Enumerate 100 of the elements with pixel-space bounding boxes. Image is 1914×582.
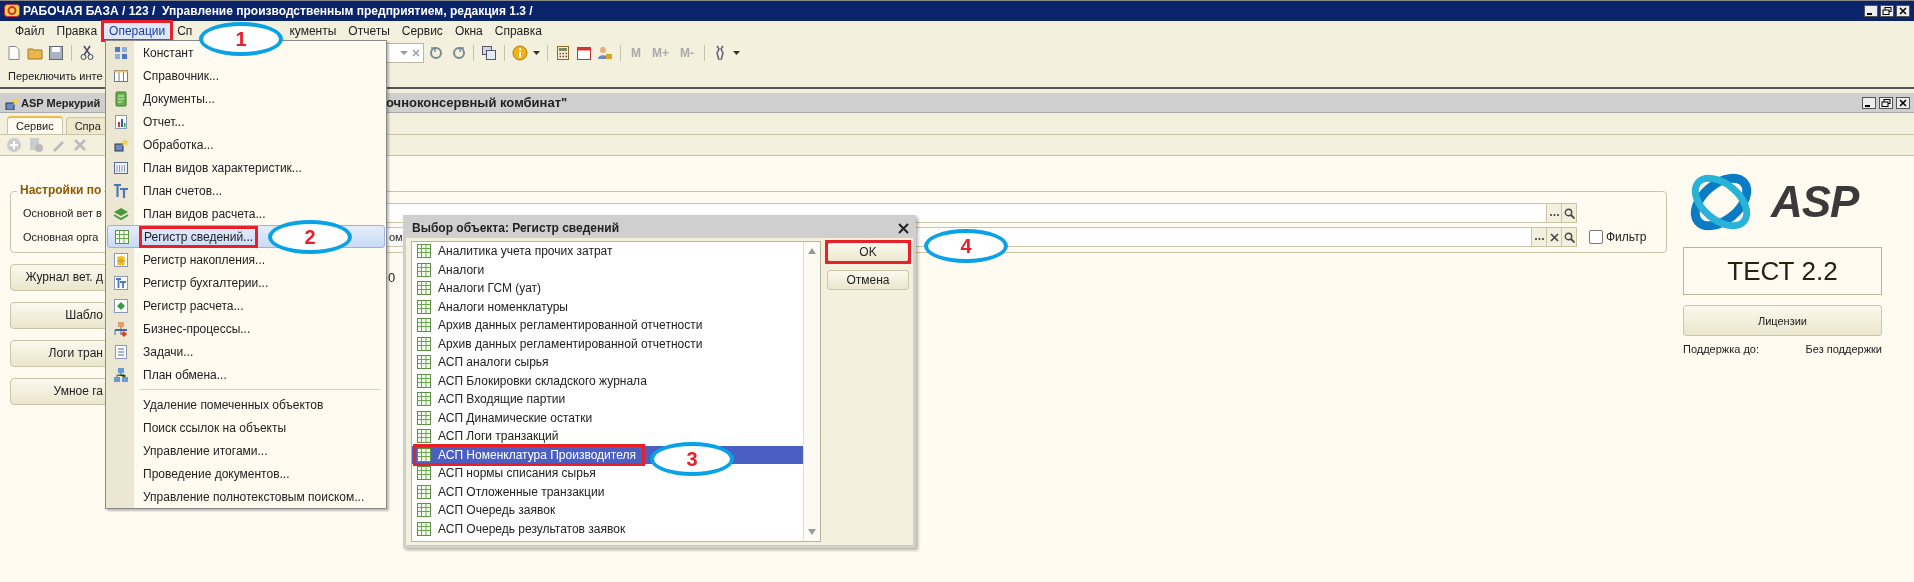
menu-item[interactable]: Управление полнотекстовым поиском...	[107, 485, 385, 508]
menu-item[interactable]: Правка	[51, 23, 103, 39]
table-icon	[416, 446, 432, 463]
close-icon[interactable]	[1896, 5, 1910, 17]
dropdown-caret-icon[interactable]	[399, 48, 409, 58]
restore-icon[interactable]	[1879, 96, 1893, 109]
clear-button[interactable]	[1547, 227, 1562, 247]
table-icon	[416, 483, 432, 500]
menu-item[interactable]: Поиск ссылок на объекты	[107, 416, 385, 439]
list-item[interactable]: АСП Динамические остатки	[412, 408, 803, 427]
menu-item[interactable]: Окна	[449, 23, 488, 39]
table-icon	[416, 298, 432, 315]
windows-icon[interactable]	[481, 45, 497, 61]
list-item[interactable]: Аналитика учета прочих затрат	[412, 242, 803, 261]
table-icon	[416, 354, 432, 371]
choose-button[interactable]	[1532, 227, 1547, 247]
document-icon	[113, 90, 129, 107]
menu-item[interactable]: Обработка...	[107, 133, 385, 156]
menu-item[interactable]: Файл	[10, 23, 50, 39]
network-icon	[113, 366, 129, 383]
menu-item[interactable]: Удаление помеченных объектов	[107, 393, 385, 416]
clear-icon	[1548, 231, 1560, 243]
list-item[interactable]: Аналоги номенклатуры	[412, 297, 803, 316]
minimize-icon[interactable]	[1864, 5, 1878, 17]
checkbox-label: Фильтр	[1606, 230, 1647, 244]
caret-icon[interactable]	[533, 51, 540, 55]
menu-item[interactable]: План счетов...	[107, 179, 385, 202]
table-icon	[416, 520, 432, 537]
tee-icon	[113, 182, 129, 199]
list-item[interactable]: АСП Входящие партии	[412, 390, 803, 409]
dialog-button[interactable]: Отмена	[827, 270, 909, 290]
table-icon	[416, 335, 432, 352]
switch-interface-link[interactable]: Переключить инте	[8, 70, 103, 82]
list-item[interactable]: Аналоги ГСМ (уат)	[412, 279, 803, 298]
clear-icon[interactable]	[411, 48, 421, 58]
calculator-icon[interactable]	[555, 45, 571, 61]
search-button[interactable]	[1562, 203, 1577, 223]
scrollbar[interactable]	[803, 242, 820, 541]
search-forward-icon[interactable]	[450, 45, 466, 61]
table-icon	[416, 502, 432, 519]
menu-item[interactable]: Отчет...	[107, 110, 385, 133]
menu-item[interactable]: Регистр расчета...	[107, 294, 385, 317]
licenses-button[interactable]: Лицензии	[1683, 305, 1882, 336]
list-item[interactable]: АСП Очередь заявок	[412, 501, 803, 520]
field-label: Основная орга	[23, 231, 100, 243]
menu-item[interactable]: Справочник...	[107, 64, 385, 87]
menu-item[interactable]: кументы	[284, 23, 342, 39]
processing-icon	[113, 136, 129, 153]
menu-item[interactable]: Документы...	[107, 87, 385, 110]
support-label: Поддержка до:	[1683, 343, 1760, 355]
search-icon	[1563, 207, 1575, 219]
info-icon[interactable]	[512, 45, 528, 61]
caret-icon[interactable]	[733, 51, 740, 55]
tab[interactable]: Сервис	[7, 116, 63, 134]
tee-icon	[113, 274, 129, 291]
menu-item[interactable]: План видов характеристик...	[107, 156, 385, 179]
list-item[interactable]: Аналоги	[412, 260, 803, 279]
checkbox[interactable]	[1589, 230, 1603, 244]
menu-item[interactable]: Справка	[489, 23, 547, 39]
dialog-button[interactable]: OK	[827, 242, 909, 262]
scissors-icon[interactable]	[79, 45, 95, 61]
table-icon	[416, 261, 432, 278]
menu-item[interactable]: Отчеты	[343, 23, 395, 39]
list-item[interactable]: АСП Очередь результатов заявок	[412, 519, 803, 538]
restore-icon[interactable]	[1880, 5, 1894, 17]
new-file-icon[interactable]	[6, 45, 22, 61]
close-icon[interactable]	[1896, 96, 1910, 109]
list-item[interactable]: АСП Отложенные транзакции	[412, 482, 803, 501]
list-item[interactable]: АСП Блокировки складского журнала	[412, 371, 803, 390]
layers-icon	[113, 205, 129, 222]
table-icon	[416, 428, 432, 445]
support-value: Без поддержки	[1805, 343, 1882, 355]
calendar-icon[interactable]	[576, 45, 592, 61]
table-icon	[416, 243, 432, 260]
close-icon[interactable]	[898, 222, 909, 234]
grid-icon	[113, 159, 129, 176]
minimize-icon[interactable]	[1862, 96, 1876, 109]
menu-item[interactable]: Операции	[104, 23, 171, 39]
menu-item[interactable]: Управление итогами...	[107, 439, 385, 462]
save-icon[interactable]	[48, 45, 64, 61]
scroll-down-icon[interactable]	[807, 527, 817, 537]
menu-item[interactable]: План обмена...	[107, 363, 385, 386]
search-button[interactable]	[1562, 227, 1577, 247]
search-icon	[1563, 231, 1575, 243]
choose-button[interactable]	[1547, 203, 1562, 223]
menu-item[interactable]: Сп	[172, 23, 198, 39]
menu-item[interactable]: Регистр бухгалтерии...	[107, 271, 385, 294]
menu-item[interactable]: Проведение документов...	[107, 462, 385, 485]
edition-label: ТЕСТ 2.2	[1727, 255, 1838, 287]
menu-item[interactable]: Задачи...	[107, 340, 385, 363]
blocks-icon	[113, 44, 129, 61]
menu-item[interactable]: Бизнес-процессы...	[107, 317, 385, 340]
menu-item[interactable]: Сервис	[396, 23, 448, 39]
list-item[interactable]: Архив данных регламентированной отчетности	[412, 334, 803, 353]
field-label: Основной вет в	[23, 207, 103, 219]
search-back-icon[interactable]	[429, 45, 445, 61]
list-item[interactable]: АСП аналоги сырья	[412, 353, 803, 372]
list-item[interactable]: Архив данных регламентированной отчетности	[412, 316, 803, 335]
table-icon	[416, 409, 432, 426]
user-lock-icon[interactable]	[597, 45, 613, 61]
